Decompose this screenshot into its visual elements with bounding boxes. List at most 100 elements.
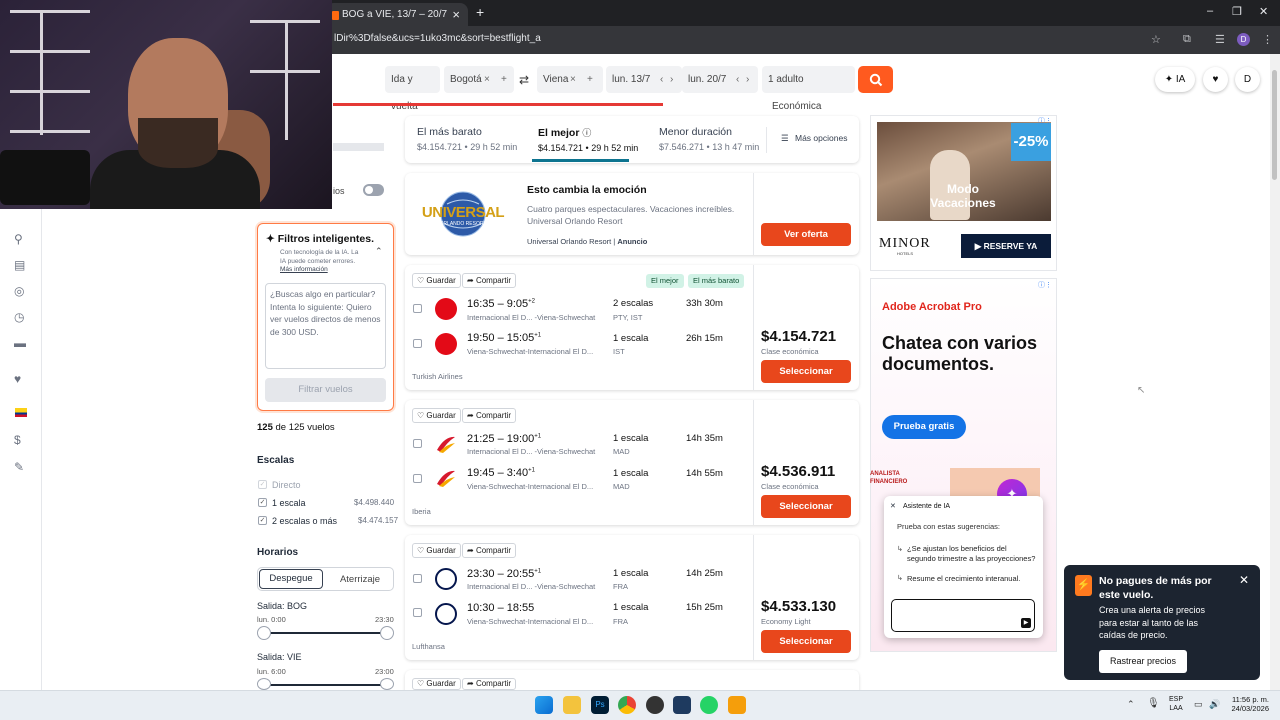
stop-checkbox-one[interactable]: ✓ bbox=[258, 498, 267, 507]
leg-checkbox[interactable] bbox=[413, 474, 422, 483]
reserve-button[interactable]: ▶ RESERVE YA bbox=[961, 234, 1051, 258]
browser-menu-icon[interactable]: ⋮ bbox=[1262, 33, 1273, 46]
share-button[interactable]: ➦ Compartir bbox=[462, 678, 517, 690]
depart-next-icon[interactable]: › bbox=[670, 66, 673, 93]
network-icon[interactable]: ▭ bbox=[1194, 699, 1203, 710]
share-button[interactable]: ➦ Compartir bbox=[462, 273, 517, 288]
more-options-button[interactable]: ☰ Más opciones bbox=[781, 133, 847, 144]
close-tab-icon[interactable]: × bbox=[452, 7, 460, 22]
stop-checkbox-two-plus[interactable]: ✓ bbox=[258, 516, 267, 525]
depart-date-field[interactable]: lun. 13/7 ‹ › bbox=[606, 66, 682, 93]
leg-checkbox[interactable] bbox=[413, 608, 422, 617]
sort-tab-best[interactable]: El mejor ⓘ $4.154.721 • 29 h 52 min bbox=[538, 126, 638, 153]
saved-heart-icon[interactable]: ♥ bbox=[14, 372, 21, 386]
explore-icon[interactable]: ⚲ bbox=[14, 232, 23, 246]
ret-range-track[interactable] bbox=[264, 684, 386, 686]
assistant-suggestion[interactable]: Resume el crecimiento interanual. bbox=[907, 574, 1037, 583]
out-range-track[interactable] bbox=[264, 632, 386, 634]
minimize-icon[interactable]: – bbox=[1207, 5, 1213, 17]
maximize-icon[interactable]: ❐ bbox=[1232, 5, 1242, 18]
filter-flights-button[interactable]: Filtrar vuelos bbox=[265, 378, 386, 402]
start-icon[interactable] bbox=[535, 696, 553, 714]
save-button[interactable]: ♡ Guardar bbox=[412, 678, 461, 690]
assistant-suggestion[interactable]: ¿Se ajustan los beneficios del segundo t… bbox=[907, 544, 1037, 564]
share-button[interactable]: ➦ Compartir bbox=[462, 408, 517, 423]
return-next-icon[interactable]: › bbox=[746, 66, 749, 93]
trip-type-select[interactable]: Ida y vuelta bbox=[385, 66, 440, 112]
leg-checkbox[interactable] bbox=[413, 339, 422, 348]
save-button[interactable]: ♡ Guardar bbox=[412, 273, 461, 288]
remove-destination-icon[interactable]: × bbox=[570, 66, 576, 93]
add-origin-icon[interactable]: + bbox=[501, 66, 507, 93]
history-icon[interactable]: ◷ bbox=[14, 310, 24, 324]
more-info-link[interactable]: Más información bbox=[280, 266, 328, 273]
browser-tab[interactable]: BOG a VIE, 13/7 – 20/7 × bbox=[326, 3, 468, 26]
add-destination-icon[interactable]: + bbox=[587, 66, 593, 93]
depart-prev-icon[interactable]: ‹ bbox=[660, 66, 663, 93]
colombia-flag-icon[interactable] bbox=[15, 408, 27, 417]
select-flight-button[interactable]: Seleccionar bbox=[761, 630, 851, 653]
ret-range-start-handle[interactable] bbox=[257, 678, 271, 690]
trips-icon[interactable]: ▤ bbox=[14, 258, 25, 272]
user-avatar[interactable]: D bbox=[1235, 67, 1260, 92]
assistant-close-icon[interactable]: ✕ bbox=[890, 502, 896, 510]
whatsapp-icon[interactable] bbox=[700, 696, 718, 714]
leg-checkbox[interactable] bbox=[413, 304, 422, 313]
scrollbar-thumb[interactable] bbox=[1272, 70, 1277, 180]
deals-icon[interactable]: ◎ bbox=[14, 284, 24, 298]
out-range-start-handle[interactable] bbox=[257, 626, 271, 640]
send-icon[interactable]: ▶ bbox=[1021, 618, 1031, 628]
favorites-heart-icon[interactable]: ♥ bbox=[1203, 67, 1228, 92]
stop-checkbox-direct[interactable]: ✓ bbox=[258, 480, 267, 489]
assistant-input[interactable] bbox=[891, 599, 1035, 632]
view-offer-button[interactable]: Ver oferta bbox=[761, 223, 851, 246]
remove-origin-icon[interactable]: × bbox=[484, 66, 490, 93]
close-window-icon[interactable]: ✕ bbox=[1259, 5, 1268, 18]
adchoices-icon[interactable]: ⓘ⋮ bbox=[1038, 116, 1052, 126]
tab-search-icon[interactable]: ☰ bbox=[1215, 33, 1225, 46]
track-prices-button[interactable]: Rastrear precios bbox=[1099, 650, 1187, 673]
address-bar[interactable]: lDir%3Dfalse&ucs=1uko3mc&sort=bestflight… bbox=[334, 33, 541, 44]
volume-icon[interactable]: 🔊 bbox=[1209, 699, 1220, 710]
obs-icon[interactable] bbox=[646, 696, 664, 714]
adchoices-icon[interactable]: ⓘ⋮ bbox=[1038, 280, 1052, 290]
browser-profile-avatar[interactable]: D bbox=[1237, 33, 1250, 46]
return-prev-icon[interactable]: ‹ bbox=[736, 66, 739, 93]
select-flight-button[interactable]: Seleccionar bbox=[761, 360, 851, 383]
swap-airports-icon[interactable]: ⇄ bbox=[519, 73, 529, 87]
tab-landing[interactable]: Aterrizaje bbox=[330, 574, 390, 585]
sort-tab-fastest[interactable]: Menor duración $7.546.271 • 13 h 47 min bbox=[659, 126, 759, 152]
clock[interactable]: 11:56 p. m. 24/03/2026 bbox=[1229, 695, 1269, 713]
passengers-cabin-field[interactable]: 1 adulto Económica bbox=[762, 66, 855, 112]
sort-tab-cheapest[interactable]: El más barato $4.154.721 • 29 h 52 min bbox=[417, 126, 517, 152]
toast-close-icon[interactable]: ✕ bbox=[1239, 573, 1249, 587]
return-date-field[interactable]: lun. 20/7 ‹ › bbox=[682, 66, 758, 93]
smart-filter-prompt[interactable]: ¿Buscas algo en particular? Intenta lo s… bbox=[265, 283, 386, 369]
info-icon[interactable]: ⓘ bbox=[582, 128, 591, 138]
select-flight-button[interactable]: Seleccionar bbox=[761, 495, 851, 518]
ai-button[interactable]: ✦ IA bbox=[1155, 67, 1195, 92]
bookmark-star-icon[interactable]: ☆ bbox=[1151, 33, 1161, 46]
tab-takeoff[interactable]: Despegue bbox=[259, 569, 323, 589]
business-icon[interactable]: ▬ bbox=[14, 336, 26, 350]
sublime-icon[interactable] bbox=[728, 696, 746, 714]
new-tab-icon[interactable]: + bbox=[476, 4, 484, 20]
chevron-up-icon[interactable]: ⌃ bbox=[375, 246, 383, 257]
currency-icon[interactable]: $ bbox=[14, 433, 21, 447]
tray-chevron-icon[interactable]: ⌃ bbox=[1127, 699, 1135, 710]
share-button[interactable]: ➦ Compartir bbox=[462, 543, 517, 558]
leg-checkbox[interactable] bbox=[413, 439, 422, 448]
origin-field[interactable]: Bogotá × + bbox=[444, 66, 514, 93]
direct-toggle[interactable] bbox=[363, 184, 384, 196]
language-indicator[interactable]: ESP LAA bbox=[1169, 695, 1183, 713]
save-button[interactable]: ♡ Guardar bbox=[412, 543, 461, 558]
leg-checkbox[interactable] bbox=[413, 574, 422, 583]
save-button[interactable]: ♡ Guardar bbox=[412, 408, 461, 423]
free-trial-button[interactable]: Prueba gratis bbox=[882, 415, 966, 439]
feedback-icon[interactable]: ✎ bbox=[14, 460, 24, 474]
file-explorer-icon[interactable] bbox=[563, 696, 581, 714]
extensions-icon[interactable]: ⧉ bbox=[1183, 33, 1191, 46]
chrome-icon[interactable] bbox=[618, 696, 636, 714]
ret-range-end-handle[interactable] bbox=[380, 678, 394, 690]
photoshop-icon[interactable]: Ps bbox=[591, 696, 609, 714]
